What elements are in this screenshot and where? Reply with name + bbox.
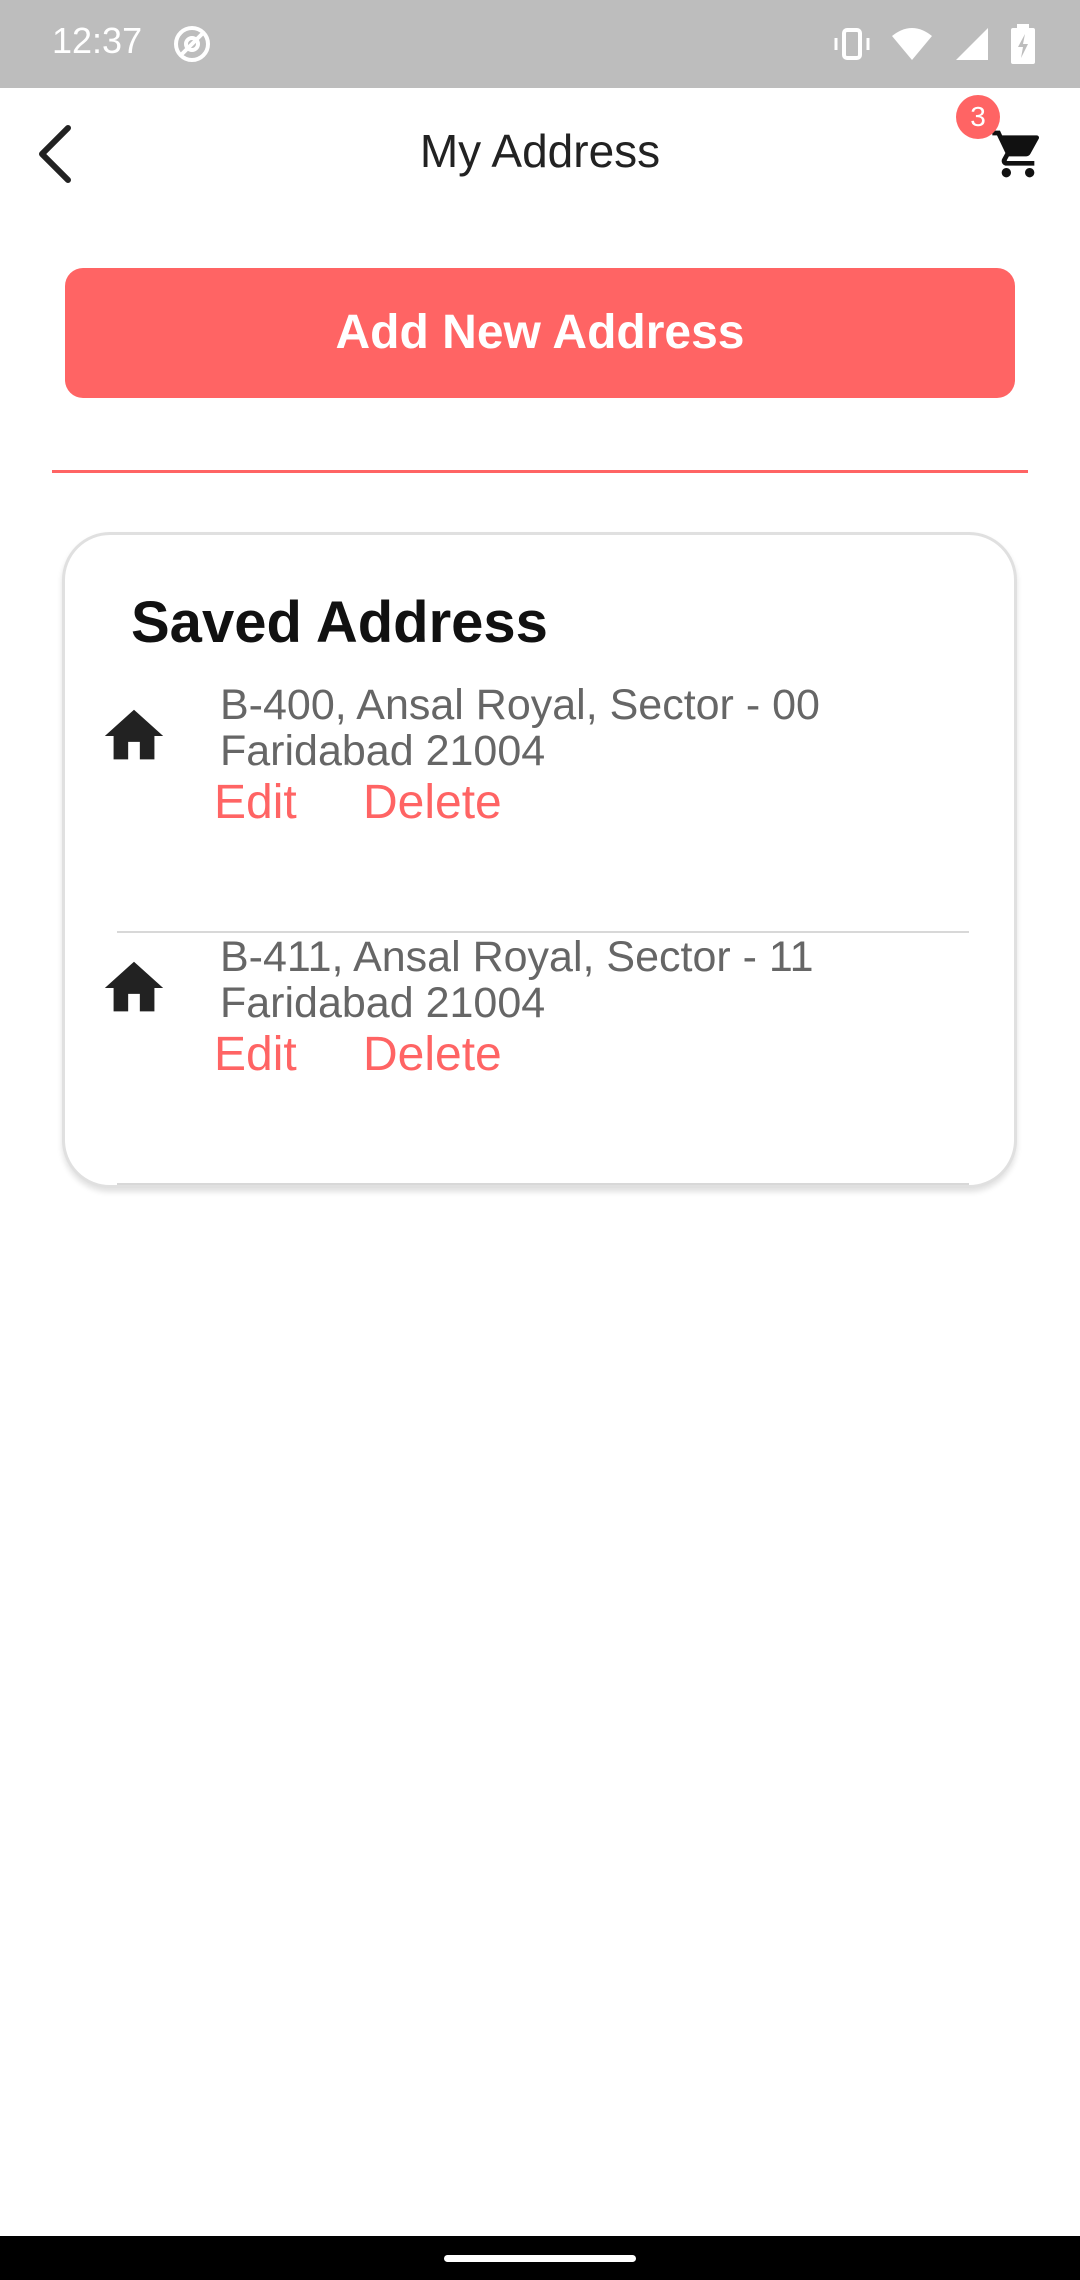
- cart-count-badge: 3: [956, 95, 1000, 139]
- home-icon: [99, 953, 169, 1023]
- signal-icon: [952, 24, 992, 69]
- delete-address-button[interactable]: Delete: [363, 1027, 502, 1082]
- status-bar: 12:37: [0, 0, 1080, 88]
- add-new-address-button[interactable]: Add New Address: [65, 268, 1015, 398]
- address-line-2: Faridabad 21004: [220, 727, 546, 775]
- address-item: B-400, Ansal Royal, Sector - 00 Faridaba…: [65, 681, 1020, 933]
- status-icons: [832, 24, 1036, 69]
- address-line-1: B-411, Ansal Royal, Sector - 11: [220, 933, 814, 981]
- saved-address-title: Saved Address: [131, 590, 548, 655]
- delete-address-button[interactable]: Delete: [363, 775, 502, 830]
- saved-address-card: Saved Address B-400, Ansal Royal, Sector…: [62, 532, 1017, 1188]
- system-nav-bar: [0, 2236, 1080, 2280]
- home-gesture-handle[interactable]: [444, 2255, 636, 2262]
- edit-address-button[interactable]: Edit: [214, 775, 297, 830]
- address-line-2: Faridabad 21004: [220, 979, 546, 1027]
- battery-charging-icon: [1010, 24, 1036, 69]
- row-divider: [117, 1183, 969, 1185]
- address-item: B-411, Ansal Royal, Sector - 11 Faridaba…: [65, 933, 1020, 1185]
- status-time: 12:37: [52, 20, 143, 61]
- address-line-1: B-400, Ansal Royal, Sector - 00: [220, 681, 820, 729]
- section-divider: [52, 470, 1028, 473]
- shopping-cart-icon: [992, 130, 1040, 178]
- app-bar: My Address 3: [0, 88, 1080, 216]
- wifi-icon: [890, 24, 934, 69]
- edit-address-button[interactable]: Edit: [214, 1027, 297, 1082]
- vibrate-icon: [832, 24, 872, 69]
- home-icon: [99, 701, 169, 771]
- page-title: My Address: [419, 125, 661, 177]
- at-sign-icon: [172, 24, 212, 69]
